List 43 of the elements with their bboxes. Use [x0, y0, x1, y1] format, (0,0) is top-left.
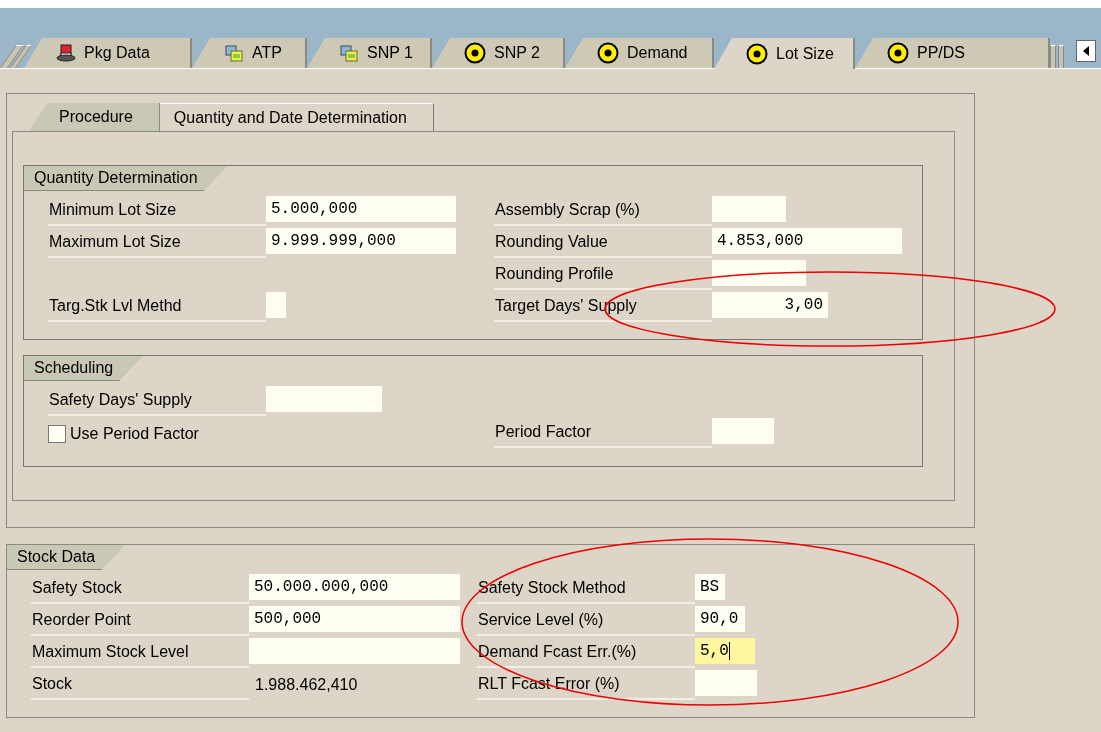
tab[interactable]: Demand — [565, 38, 714, 68]
group-title: Stock Data — [7, 545, 126, 570]
input-field[interactable] — [249, 638, 460, 664]
input-field[interactable] — [266, 386, 382, 412]
circle-dot-icon — [597, 42, 619, 64]
scroll-left-button[interactable] — [1076, 40, 1096, 62]
input-field[interactable] — [712, 418, 774, 444]
tab[interactable]: ATP — [192, 38, 307, 68]
circle-dot-icon — [746, 42, 768, 65]
input-field[interactable] — [266, 292, 286, 318]
tab[interactable]: Procedure — [29, 103, 160, 131]
field-label: Stock — [31, 670, 249, 700]
input-field[interactable] — [695, 670, 757, 696]
left-triangle-icon — [1082, 46, 1090, 56]
input-field[interactable]: 50.000.000,000 — [249, 574, 460, 600]
checkbox[interactable] — [48, 425, 66, 443]
input-field[interactable]: 9.999.999,000 — [266, 228, 456, 254]
group-title: Quantity Determination — [24, 166, 228, 191]
field-value: 1.988.462,410 — [254, 675, 358, 695]
input-field[interactable] — [712, 196, 786, 222]
tab[interactable]: Lot Size — [714, 38, 855, 69]
input-field[interactable] — [712, 260, 806, 286]
field-label: Rounding Profile — [494, 260, 712, 290]
tab[interactable]: SNP 2 — [432, 38, 565, 68]
tab[interactable]: SNP 1 — [307, 38, 432, 68]
circle-dot-icon — [464, 42, 486, 64]
input-field[interactable]: 5.000,000 — [266, 196, 456, 222]
group-title: Scheduling — [24, 356, 144, 381]
circle-dot-icon — [887, 42, 909, 64]
text-cursor — [728, 642, 730, 660]
stacked-squares-icon — [224, 44, 244, 62]
stacked-squares-icon — [339, 44, 359, 62]
tab[interactable]: PP/DS — [855, 38, 1050, 68]
input-field[interactable]: 500,000 — [249, 606, 460, 632]
tab[interactable]: Quantity and Date Determination — [159, 103, 434, 131]
input-field[interactable]: 90,0 — [695, 606, 745, 632]
input-field[interactable]: BS — [695, 574, 725, 600]
input-field[interactable]: 5,0 — [695, 638, 755, 664]
hat-icon — [56, 44, 76, 62]
input-field[interactable]: 3,00 — [712, 292, 828, 318]
input-field[interactable]: 4.853,000 — [712, 228, 902, 254]
field-label: Use Period Factor — [70, 425, 199, 443]
tab[interactable]: Pkg Data — [24, 38, 192, 68]
